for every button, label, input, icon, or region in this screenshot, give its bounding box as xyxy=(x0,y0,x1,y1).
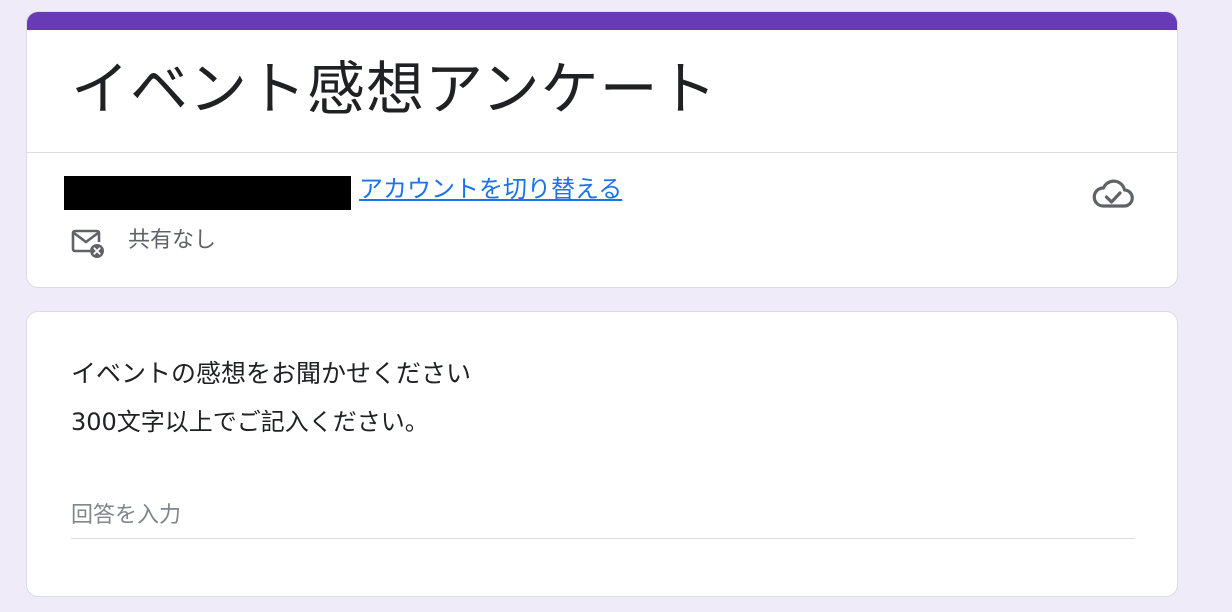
header-divider xyxy=(27,152,1177,153)
question-description: 300文字以上でご記入ください。 xyxy=(71,408,429,436)
form-header-card: イベント感想アンケート アカウントを切り替える 共有なし xyxy=(26,11,1178,288)
form-title: イベント感想アンケート xyxy=(71,55,718,123)
redacted-account-email xyxy=(64,176,351,210)
answer-input[interactable] xyxy=(71,493,1135,539)
question-title: イベントの感想をお聞かせください xyxy=(71,359,472,388)
sharing-status-text: 共有なし xyxy=(128,228,217,253)
cloud-done-icon xyxy=(1092,179,1134,208)
mail-off-icon xyxy=(71,229,104,258)
question-card: イベントの感想をお聞かせください 300文字以上でご記入ください。 xyxy=(26,311,1178,597)
switch-account-link[interactable]: アカウントを切り替える xyxy=(359,172,622,206)
form-accent-bar xyxy=(27,12,1177,30)
